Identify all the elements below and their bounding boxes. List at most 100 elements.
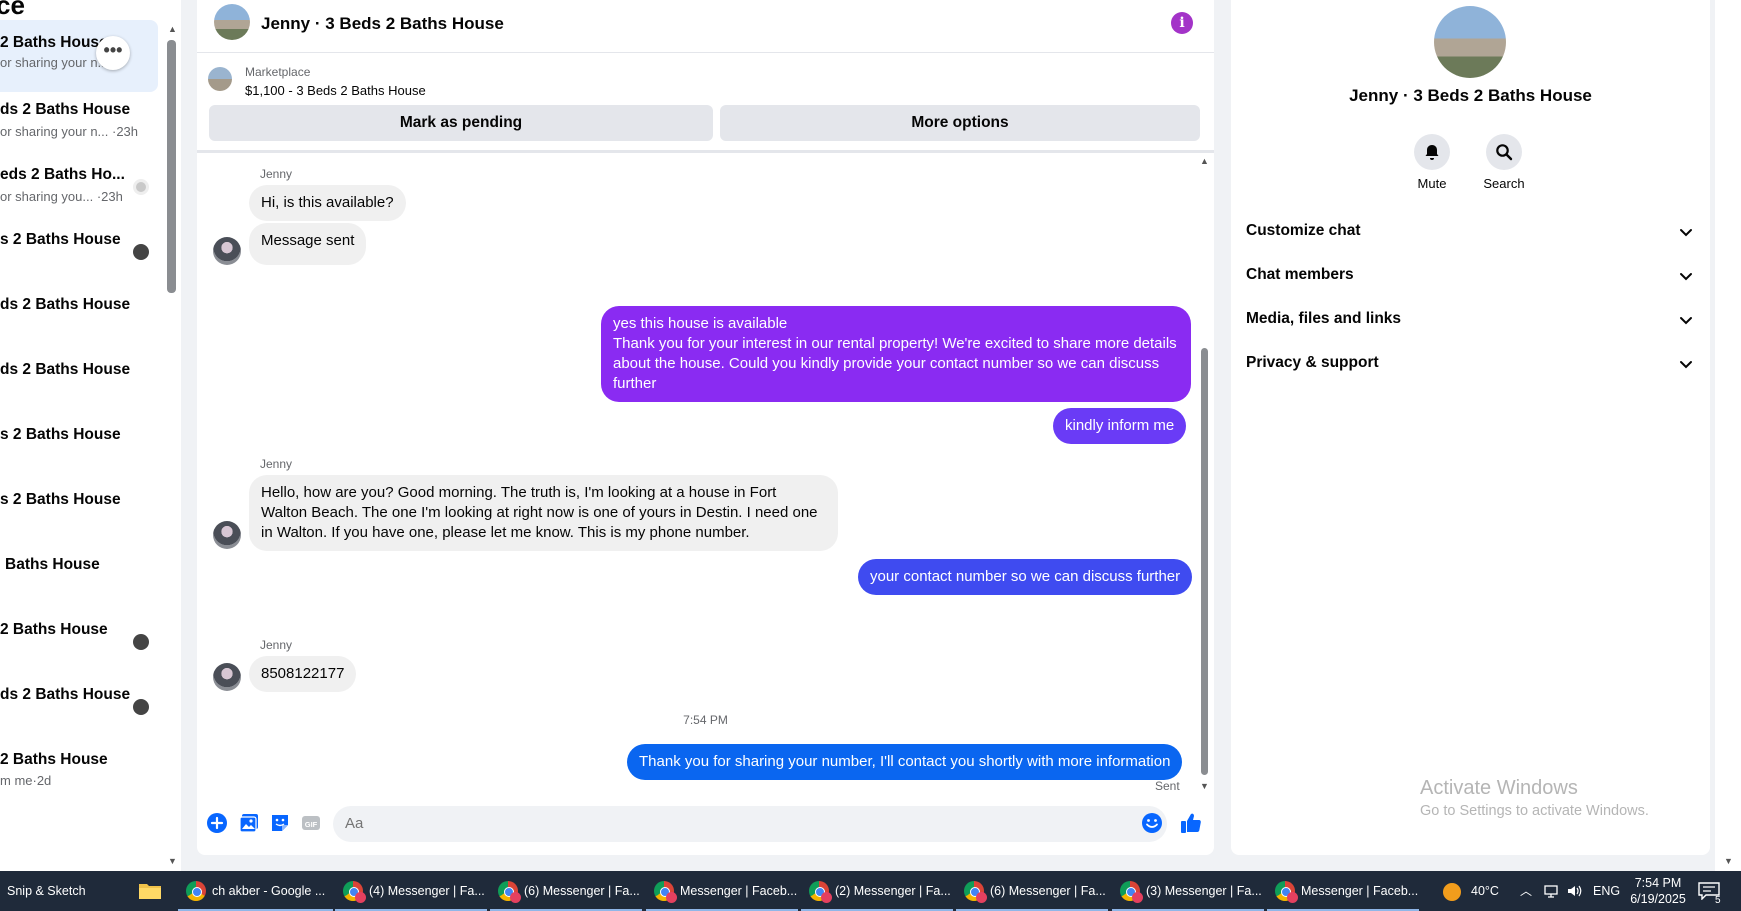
sun-icon [1443,882,1461,901]
photo-icon[interactable] [237,811,261,835]
sidebar-scrollbar[interactable] [167,40,176,293]
mark-as-pending-button[interactable]: Mark as pending [209,105,713,141]
conversation-preview: m me·2d [0,773,52,788]
search-button[interactable]: Search [1474,134,1534,191]
info-icon[interactable]: i [1171,12,1193,34]
conversation-name: Baths House [5,556,100,573]
contact-avatar[interactable] [213,663,241,691]
taskbar-chrome-window[interactable]: Messenger | Faceb... [646,871,798,911]
incoming-message[interactable]: 8508122177 [249,656,357,692]
sticker-icon[interactable] [268,811,292,835]
mute-button[interactable]: Mute [1402,134,1462,191]
scroll-down-arrow[interactable]: ▼ [168,856,177,866]
conversation-name: ds 2 Baths House [0,101,131,118]
profile-avatar[interactable] [1434,6,1506,78]
scroll-up-arrow[interactable]: ▲ [1200,156,1209,166]
conversation-item[interactable]: 2 Baths House m me·2d [0,735,158,807]
more-options-icon[interactable]: ••• [96,36,130,70]
section-privacy-support[interactable]: Privacy & support [1246,345,1701,381]
notifications-button[interactable]: 5 [1698,871,1721,911]
conversation-sidebar: ce 2 Baths House or sharing your n... m … [0,0,181,871]
section-chat-members[interactable]: Chat members [1246,257,1701,293]
incoming-message[interactable]: Message sent [249,223,367,265]
conversation-name: s 2 Baths House [0,426,121,443]
like-icon[interactable] [1179,811,1203,835]
scroll-up-arrow[interactable]: ▲ [168,24,177,34]
emoji-icon[interactable] [1140,811,1164,835]
chevron-down-icon [1680,273,1692,281]
incoming-message[interactable]: Hello, how are you? Good morning. The tr… [249,475,838,551]
conversation-item[interactable]: ds 2 Baths House or sharing your n... ·2… [0,85,158,157]
messenger-badge-icon [976,892,987,903]
section-customize-chat[interactable]: Customize chat [1246,213,1701,249]
conversation-item[interactable]: ds 2 Baths House [0,345,158,417]
conversation-item[interactable]: ds 2 Baths House [0,670,158,742]
contact-avatar[interactable] [213,237,241,265]
chevron-down-icon [1680,361,1692,369]
plus-icon[interactable] [205,811,229,835]
chrome-icon [186,881,206,901]
listing-thumbnail[interactable] [208,67,232,91]
chevron-up-icon[interactable]: ︿ [1520,871,1532,911]
chat-title[interactable]: Jenny · 3 Beds 2 Baths House [261,14,504,34]
chat-details-panel: Jenny · 3 Beds 2 Baths House Mute Search… [1231,0,1710,855]
activation-watermark-title: Activate Windows [1420,777,1578,799]
outgoing-message[interactable]: kindly inform me [1053,408,1187,444]
clock-date: 6/19/2025 [1630,892,1686,906]
taskbar-chrome-window[interactable]: (6) Messenger | Fa... [490,871,642,911]
outgoing-message[interactable]: your contact number so we can discuss fu… [858,559,1193,595]
section-label: Media, files and links [1246,310,1402,327]
conversation-item[interactable]: s 2 Baths House [0,215,158,287]
conversation-preview: or sharing you... ·23h [0,189,123,204]
network-icon[interactable] [1543,871,1559,911]
windows-taskbar: Snip & Sketch ch akber - Google ... (4) … [0,871,1741,911]
conversation-name: ds 2 Baths House [0,296,131,313]
chat-scrollbar[interactable] [1201,348,1208,775]
language-indicator[interactable]: ENG [1593,871,1620,911]
section-media-files-links[interactable]: Media, files and links [1246,301,1701,337]
conversation-name: s 2 Baths House [0,231,121,248]
gif-icon[interactable]: GIF [299,811,323,835]
message-input[interactable] [333,806,1167,842]
messenger-badge-icon [666,892,677,903]
conversation-item[interactable]: Baths House [0,540,158,612]
taskbar-label: (6) Messenger | Fa... [524,884,640,898]
taskbar-snip-sketch[interactable]: Snip & Sketch [0,871,122,911]
profile-name: Jenny · 3 Beds 2 Baths House [1349,86,1592,105]
section-label: Customize chat [1246,222,1361,239]
conversation-preview: or sharing your n... ·23h [0,124,139,139]
activation-watermark-text: Go to Settings to activate Windows. [1420,803,1649,819]
conversation-item[interactable]: eds 2 Baths Ho... or sharing you... ·23h [0,150,158,222]
marketplace-label: Marketplace [245,65,311,79]
volume-icon[interactable] [1566,871,1582,911]
taskbar-file-explorer[interactable] [130,871,170,911]
taskbar-chrome-window[interactable]: Messenger | Faceb... [1267,871,1419,911]
more-options-button[interactable]: More options [720,105,1200,141]
page-scrollbar-track[interactable]: ▼ [1715,0,1741,871]
search-label: Search [1483,176,1525,191]
chat-avatar[interactable] [214,4,250,40]
conversation-item[interactable]: s 2 Baths House [0,475,158,547]
contact-avatar[interactable] [213,521,241,549]
conversation-item[interactable]: ds 2 Baths House [0,280,158,352]
listing-title[interactable]: $1,100 - 3 Beds 2 Baths House [245,83,426,98]
incoming-message[interactable]: Hi, is this available? [249,185,406,221]
clock[interactable]: 7:54 PM 6/19/2025 [1630,871,1686,911]
outgoing-message[interactable]: Thank you for sharing your number, I'll … [627,744,1183,780]
conversation-item[interactable]: 2 Baths House [0,605,158,677]
taskbar-chrome-window[interactable]: (6) Messenger | Fa... [956,871,1108,911]
messenger-badge-icon [1287,892,1298,903]
outgoing-message[interactable]: yes this house is available Thank you fo… [601,306,1191,402]
taskbar-chrome-window[interactable]: (3) Messenger | Fa... [1112,871,1264,911]
scroll-down-arrow[interactable]: ▼ [1724,856,1733,866]
conversation-name: 2 Baths House [0,621,108,638]
weather-widget[interactable]: 40°C [1443,871,1499,911]
conversation-item[interactable]: 2 Baths House or sharing your n... m ••• [0,20,158,92]
scroll-down-arrow[interactable]: ▼ [1200,781,1209,791]
clock-time: 7:54 PM [1634,876,1682,890]
taskbar-chrome-window[interactable]: ch akber - Google ... [178,871,333,911]
taskbar-chrome-window[interactable]: (4) Messenger | Fa... [335,871,487,911]
conversation-item[interactable]: s 2 Baths House [0,410,158,482]
chat-panel: Jenny · 3 Beds 2 Baths House i Marketpla… [197,0,1214,855]
taskbar-chrome-window[interactable]: (2) Messenger | Fa... [801,871,953,911]
